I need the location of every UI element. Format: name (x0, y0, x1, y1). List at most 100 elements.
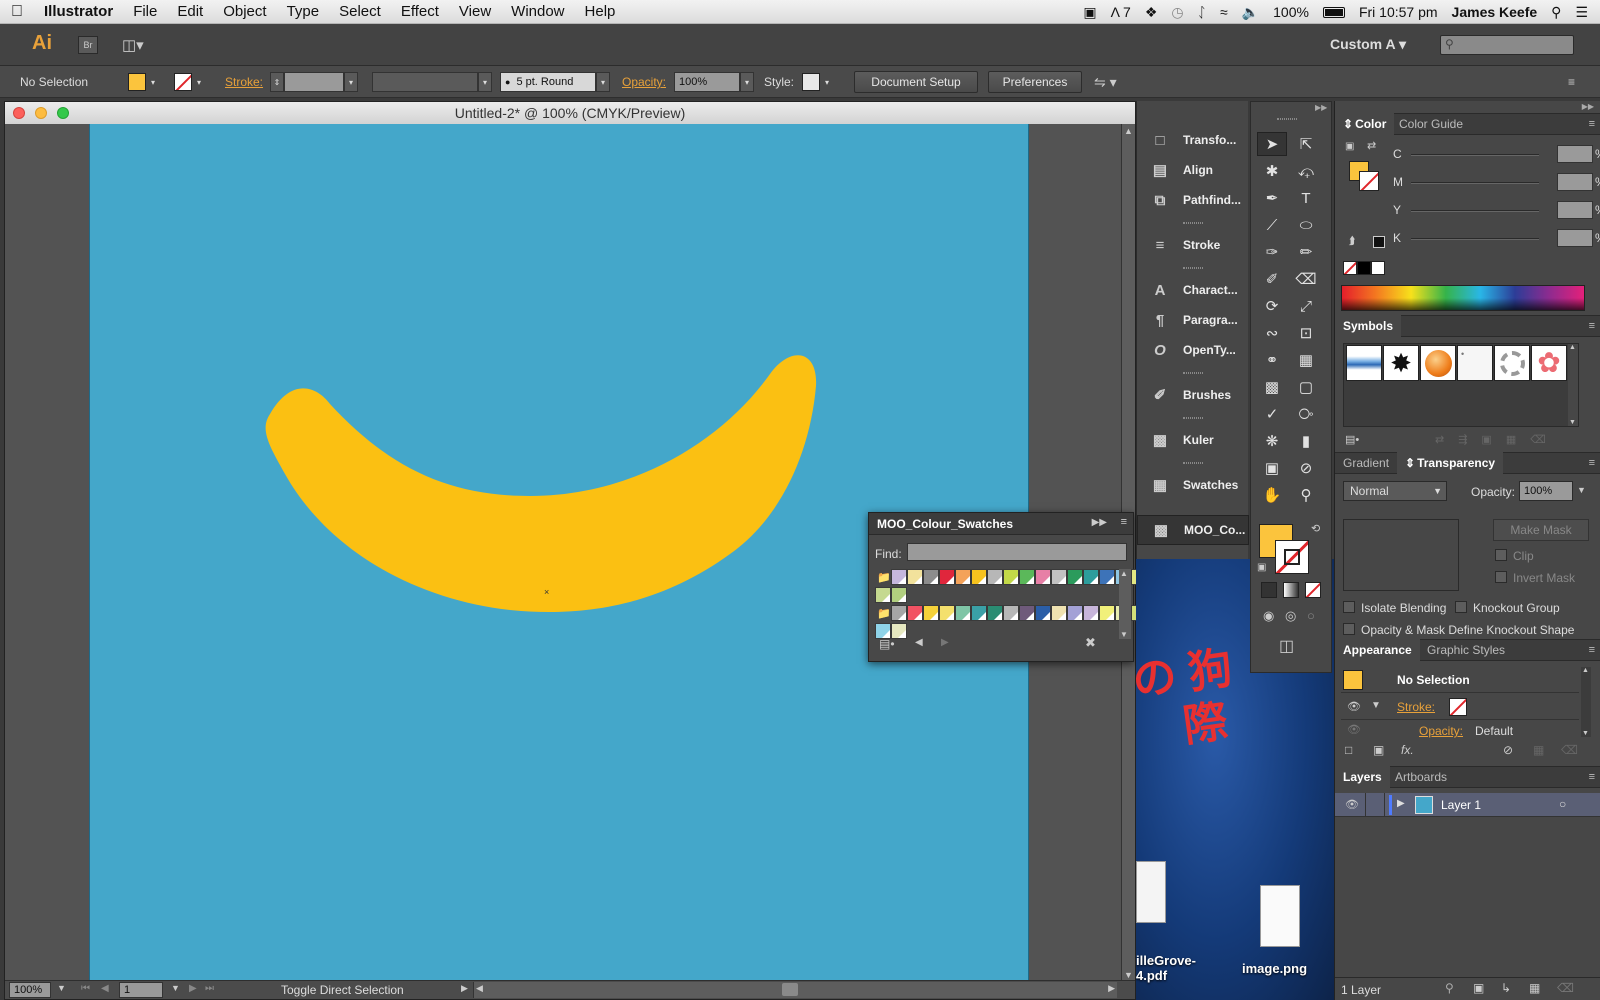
color-swatch[interactable] (891, 569, 907, 585)
swatch-scrollbar[interactable]: ▲ ▼ (1119, 569, 1131, 639)
menu-select[interactable]: Select (329, 3, 391, 20)
brush-definition[interactable]: ● 5 pt. Round ▾ (500, 66, 610, 98)
color-swatch[interactable] (891, 605, 907, 621)
profile-dropdown-icon[interactable]: ▾ (478, 72, 492, 92)
menu-edit[interactable]: Edit (167, 3, 213, 20)
tab-color[interactable]: ⇕ Color (1335, 113, 1395, 135)
dock-opentype[interactable]: O OpenTy... (1137, 335, 1249, 365)
m-input[interactable] (1557, 173, 1593, 191)
menu-object[interactable]: Object (213, 3, 276, 20)
color-swatch[interactable] (955, 605, 971, 621)
color-swatch[interactable] (1051, 605, 1067, 621)
type-tool-icon[interactable]: T (1291, 186, 1321, 210)
color-swatch[interactable] (923, 569, 939, 585)
add-stroke-icon[interactable]: □ (1345, 743, 1352, 757)
previous-library-icon[interactable]: ◀ (915, 637, 923, 648)
hand-tool-icon[interactable]: ✋ (1257, 483, 1287, 507)
color-panel-swap-icon[interactable]: ⇄ (1367, 139, 1376, 152)
dock-stroke[interactable]: ≡ Stroke (1137, 230, 1249, 260)
c-input[interactable] (1557, 145, 1593, 163)
layer-row[interactable]: 👁 ▶ Layer 1 ○ (1335, 793, 1600, 817)
out-of-gamut-icon[interactable]: ⮭ (1349, 235, 1356, 248)
default-fill-stroke-icon[interactable]: ▣ (1257, 562, 1266, 573)
dock-grip[interactable] (1183, 267, 1203, 269)
swap-fill-stroke-icon[interactable]: ⟲ (1311, 522, 1320, 535)
mesh-tool-icon[interactable]: ▩ (1257, 375, 1287, 399)
color-swatch[interactable] (971, 605, 987, 621)
color-swatch[interactable] (907, 569, 923, 585)
appearance-row-selection[interactable]: No Selection (1341, 667, 1579, 693)
clear-appearance-icon[interactable]: ⊘ (1503, 743, 1513, 757)
dock-brushes[interactable]: ✐ Brushes (1137, 380, 1249, 410)
tab-layers[interactable]: Layers (1335, 766, 1390, 788)
dock-moo-swatches[interactable]: ▩ MOO_Co... (1137, 515, 1249, 545)
menu-effect[interactable]: Effect (391, 3, 449, 20)
stroke-visibility-eye-icon[interactable]: 👁 (1347, 700, 1361, 713)
stroke-weight-input[interactable] (284, 72, 344, 92)
torn-paper-symbol[interactable]: • (1457, 345, 1493, 381)
swatch-scroll-up-icon[interactable]: ▲ (1120, 569, 1128, 578)
appearance-row-opacity[interactable]: 👁 Opacity: Default (1341, 721, 1579, 738)
transparency-opacity-input[interactable]: 100% (1519, 481, 1573, 501)
volume-icon[interactable]: 🔈 (1242, 4, 1259, 21)
scroll-up-icon[interactable]: ▲ (1124, 126, 1133, 136)
add-effect-icon[interactable]: fx. (1401, 743, 1414, 757)
preferences-button[interactable]: Preferences (988, 71, 1082, 93)
color-panel-stroke-swatch[interactable] (1359, 171, 1379, 191)
white-swatch[interactable] (1371, 261, 1385, 275)
paintbrush-tool-icon[interactable]: ✑ (1257, 240, 1287, 264)
close-window-button[interactable] (13, 107, 25, 119)
stroke-none-swatch[interactable] (174, 73, 192, 91)
color-swatch[interactable] (955, 569, 971, 585)
apple-icon[interactable]:  (0, 3, 34, 21)
workspace-switcher[interactable]: Custom A ▾ (1330, 36, 1406, 53)
panels-collapse-icon[interactable]: ▶▶ (1582, 102, 1594, 111)
knockout-group-checkbox[interactable] (1455, 601, 1467, 613)
zoom-dropdown-icon[interactable]: ▼ (57, 983, 66, 993)
battery-percent[interactable]: 100% (1273, 4, 1309, 20)
display-icon[interactable]: ▣ (1083, 4, 1096, 21)
warp-tool-icon[interactable]: ∾ (1257, 321, 1287, 345)
bridge-button[interactable]: Br (78, 36, 98, 54)
color-swatch[interactable] (1003, 569, 1019, 585)
color-swatch[interactable] (971, 569, 987, 585)
collapse-icon[interactable]: ▶▶ (1092, 517, 1107, 528)
symbol-libraries-icon[interactable]: ▤• (1345, 433, 1359, 446)
find-input[interactable] (907, 543, 1127, 561)
symbols-scrollbar[interactable]: ▲ ▼ (1568, 344, 1578, 426)
swatch-panel-header[interactable]: MOO_Colour_Swatches ▶▶ ≡ (869, 513, 1133, 535)
stroke-weight-dropdown-icon[interactable]: ▾ (344, 72, 358, 92)
tab-appearance[interactable]: Appearance (1335, 639, 1420, 661)
style-picker[interactable]: ▾ (802, 66, 834, 98)
variable-width-profile[interactable]: ▾ (372, 66, 492, 98)
arrange-documents-icon[interactable]: ◫▾ (122, 36, 152, 54)
pen-tool-icon[interactable]: ✒ (1257, 186, 1287, 210)
color-swatch[interactable] (907, 605, 923, 621)
adobe-icon[interactable]: Λ 7 (1111, 4, 1131, 20)
opacity-dropdown-icon[interactable]: ▾ (740, 72, 754, 92)
time-machine-icon[interactable]: ◷ (1171, 4, 1183, 21)
color-swatch[interactable] (891, 587, 907, 603)
color-swatch[interactable] (939, 605, 955, 621)
stroke-dropdown-icon[interactable]: ▾ (192, 72, 206, 92)
make-mask-button[interactable]: Make Mask (1493, 519, 1589, 541)
appearance-panel-menu-icon[interactable]: ≡ (1589, 644, 1595, 656)
stepper-icon[interactable]: ⇕ (270, 72, 284, 92)
fill-swatch-picker[interactable]: ▾ (128, 66, 160, 98)
control-panel-menu-icon[interactable]: ≡ (1568, 66, 1575, 98)
pink-flower-symbol[interactable]: ✿ (1531, 345, 1567, 381)
black-swatch[interactable] (1357, 261, 1371, 275)
layer-lock-toggle[interactable] (1365, 793, 1385, 817)
appearance-row-stroke[interactable]: 👁 ▼ Stroke: (1341, 694, 1579, 720)
first-artboard-icon[interactable]: ⏮ (81, 983, 90, 994)
menu-view[interactable]: View (449, 3, 501, 20)
layer-expand-icon[interactable]: ▶ (1397, 798, 1405, 809)
menu-help[interactable]: Help (575, 3, 626, 20)
tools-collapse-icon[interactable]: ▶▶ (1315, 103, 1327, 112)
stroke-weight-stepper[interactable]: ⇕ ▾ (270, 66, 358, 98)
color-swatch[interactable] (1067, 605, 1083, 621)
appearance-scrollbar[interactable]: ▲ ▼ (1581, 667, 1591, 737)
next-artboard-icon[interactable]: ▶ (189, 983, 197, 994)
spotlight-icon[interactable]: ⚲ (1551, 4, 1561, 21)
prev-artboard-icon[interactable]: ◀ (101, 983, 109, 994)
